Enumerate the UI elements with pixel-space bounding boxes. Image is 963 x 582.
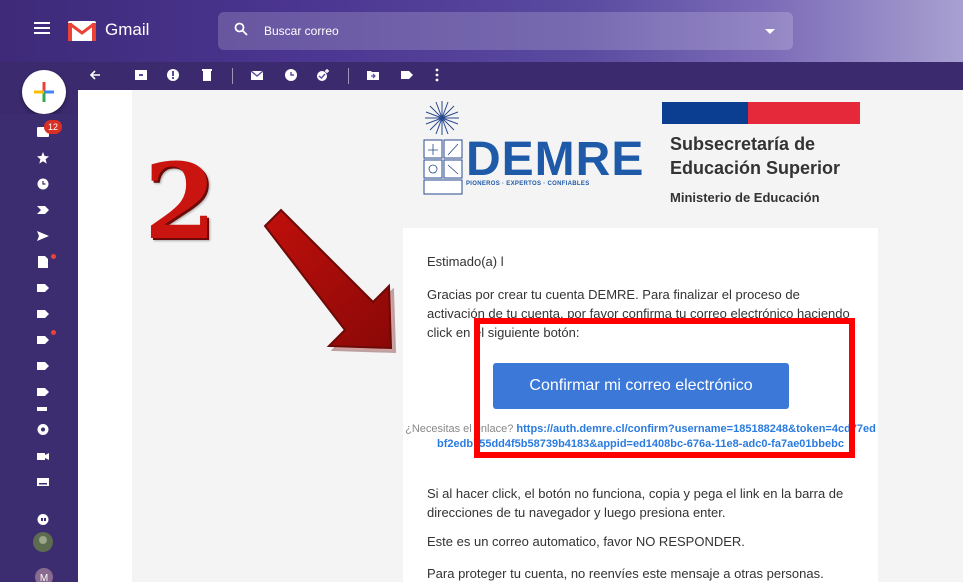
move-to-icon[interactable]: [366, 68, 380, 82]
delete-icon[interactable]: [200, 68, 214, 82]
drafts-icon[interactable]: [37, 256, 49, 268]
flag-blue-segment: [662, 102, 748, 124]
sidebar: 12 M: [0, 114, 78, 582]
search-input[interactable]: Buscar correo: [218, 12, 793, 50]
compose-button[interactable]: [22, 70, 66, 114]
label-icon[interactable]: [37, 407, 49, 411]
snoozed-icon[interactable]: [37, 178, 49, 190]
user-avatar[interactable]: M: [35, 568, 53, 582]
contact-avatar[interactable]: [33, 532, 53, 552]
add-task-icon[interactable]: [316, 68, 330, 82]
demre-tagline: PIONEROS · EXPERTOS · CONFIABLES: [466, 181, 590, 187]
more-options-icon[interactable]: [430, 68, 444, 82]
pointer-arrow: [263, 208, 397, 354]
flag-red-segment: [748, 102, 860, 124]
archive-icon[interactable]: [134, 68, 148, 82]
auto-notice-text: Este es un correo automatico, favor NO R…: [427, 534, 745, 549]
keyboard-icon[interactable]: [37, 476, 49, 488]
svg-text:M: M: [40, 573, 48, 582]
ministry-name: Ministerio de Educación: [670, 190, 820, 205]
menu-icon[interactable]: [34, 22, 50, 34]
gmail-logo-icon[interactable]: [68, 21, 96, 41]
greeting-text: Estimado(a) l: [427, 254, 504, 269]
mark-unread-icon[interactable]: [250, 68, 264, 82]
plus-icon: [34, 82, 54, 102]
label-icon[interactable]: [37, 360, 49, 372]
email-toolbar: [0, 62, 963, 90]
chat-icon[interactable]: [37, 424, 49, 436]
snooze-icon[interactable]: [284, 68, 298, 82]
label-icon[interactable]: [37, 282, 49, 294]
label-icon[interactable]: [37, 386, 49, 398]
new-indicator-dot: [51, 330, 56, 335]
step-number: 2: [144, 140, 217, 263]
toolbar-divider: [232, 68, 233, 84]
app-title[interactable]: Gmail: [105, 20, 149, 40]
hangouts-icon[interactable]: [37, 514, 49, 526]
new-indicator-dot: [51, 254, 56, 259]
toolbar-divider: [348, 68, 349, 84]
label-icon[interactable]: [37, 308, 49, 320]
protect-notice-text: Para proteger tu cuenta, no reenvíes est…: [427, 566, 824, 581]
search-options-icon[interactable]: [765, 29, 775, 34]
top-bar: Gmail Buscar correo: [0, 0, 963, 62]
label-icon[interactable]: [37, 334, 49, 346]
starred-icon[interactable]: [37, 152, 49, 164]
back-arrow-icon[interactable]: [88, 68, 102, 82]
highlight-box: [474, 318, 855, 458]
government-flag-bar: [662, 102, 860, 124]
org-title: Subsecretaría de Educación Superior: [670, 134, 841, 178]
report-spam-icon[interactable]: [166, 68, 180, 82]
fallback-text: Si al hacer click, el botón no funciona,…: [427, 486, 844, 520]
demre-wordmark: DEMRE: [466, 133, 645, 186]
video-meet-icon[interactable]: [37, 450, 49, 462]
unread-count-badge: 12: [44, 120, 62, 134]
label-icon[interactable]: [400, 68, 414, 82]
search-icon[interactable]: [234, 22, 248, 36]
sent-icon[interactable]: [37, 230, 49, 242]
important-icon[interactable]: [37, 204, 49, 216]
search-placeholder: Buscar correo: [264, 24, 339, 38]
